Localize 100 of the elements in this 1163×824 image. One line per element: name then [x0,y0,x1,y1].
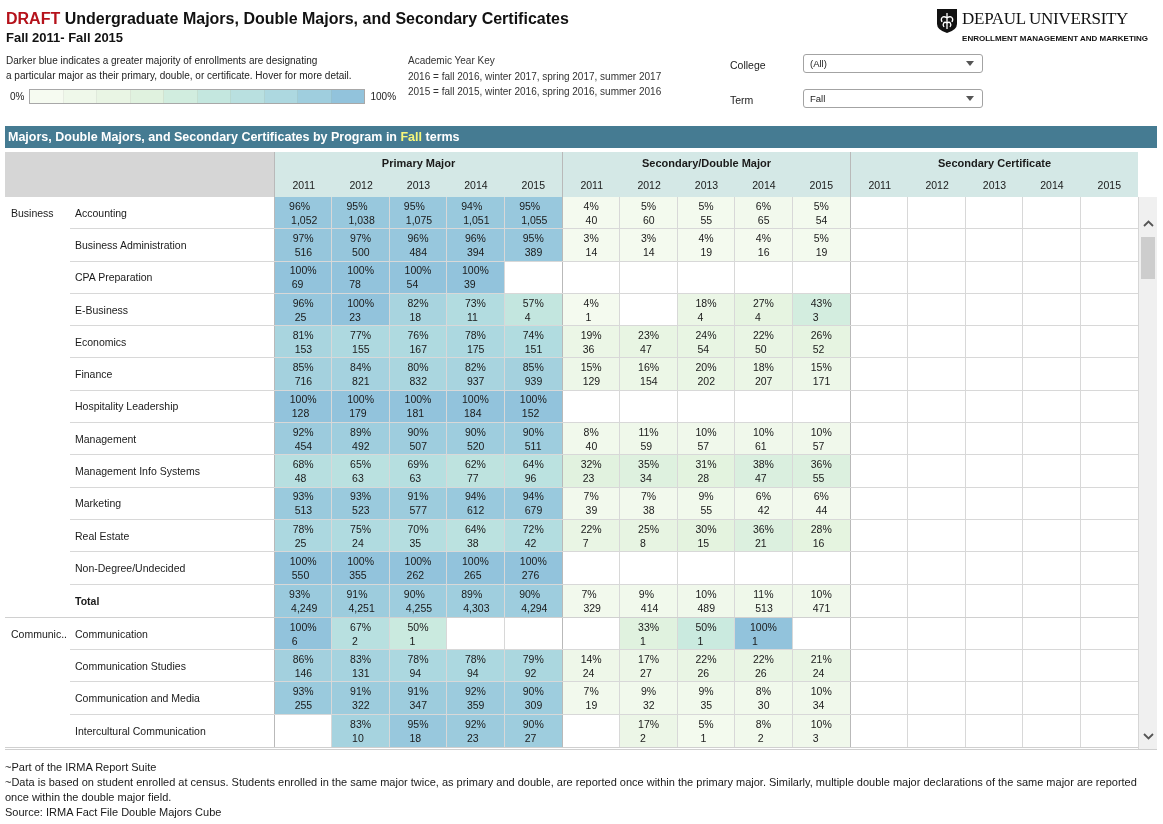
table-cell: 96% 1,052 [275,197,333,229]
filter-dropdown[interactable]: Fall [803,89,983,108]
table-cell: 78% 175 [447,326,505,358]
year-header: 2014 [1040,178,1064,193]
table-cell: 18% 207 [735,358,793,390]
table-cell: 94% 612 [447,487,505,519]
year-header: 2014 [464,178,488,193]
table-cell: 15% 171 [792,358,850,390]
year-header: 2011 [292,178,315,193]
table-cell: 20% 202 [677,358,736,390]
table-cell: 6% 65 [735,197,793,229]
table-cell: 19% 36 [563,326,621,358]
table-cell: 62% 77 [447,455,505,487]
table-cell: 26% 52 [792,326,850,358]
table-cell: 6% 44 [792,487,850,519]
table-cell: 100% 179 [332,390,390,423]
shield-icon [937,9,958,33]
table-cell: 93% 255 [275,682,333,714]
table-cell: 91% 347 [389,682,448,714]
table-cell: 100% 1 [735,617,793,650]
table-cell: 22% 26 [735,650,793,682]
table-cell: 83% 10 [332,714,390,748]
table-cell: 96% 484 [389,229,448,261]
table-cell: 95% 389 [504,229,562,261]
table-cell: 100% 265 [447,552,505,584]
scroll-up-icon[interactable] [1142,220,1154,227]
program-label: Management [75,432,137,445]
table-cell: 65% 63 [332,455,390,487]
program-label: Marketing [75,497,122,510]
table-cell: 14% 24 [563,650,621,682]
table-cell: 92% 454 [275,423,333,455]
year-key-line: 2015 = fall 2015, winter 2016, spring 2016, summer 2016 [408,85,662,99]
program-label: Hospitality Leadership [75,400,179,413]
table-cell: 33% 1 [620,617,678,650]
table-cell: 27% 4 [735,293,793,326]
table-cell: 95% 1,075 [389,197,448,229]
table-cell: 3% 14 [620,229,678,261]
table-cell: 85% 939 [504,358,562,390]
program-label: Finance [75,368,113,381]
year-header: 2011 [580,178,603,193]
table-cell: 4% 16 [735,229,793,261]
scrollbar-thumb[interactable] [1141,237,1155,279]
table-cell: 90% 507 [389,423,448,455]
table-cell: 92% 23 [447,714,505,748]
table-cell: 96% 25 [275,293,333,326]
table-cell: 5% 54 [792,197,850,229]
description-text: Darker blue indicates a greater majority of enrollments are designating a particular major as their primary, double, or certificate. Hover for more detail. [5,54,352,83]
table-cell: 100% 276 [504,552,562,584]
program-label: Communication and Media [75,692,200,705]
total-label: Total [75,594,100,607]
table-cell: 9% 55 [677,487,736,519]
table-cell: 22% 26 [677,650,736,682]
table-cell: 75% 24 [332,519,390,552]
year-header: 2012 [349,178,373,193]
table-cell: 68% 48 [275,455,333,487]
table-cell: 69% 63 [389,455,448,487]
table-cell: 28% 16 [792,519,850,552]
table-cell: 36% 55 [792,455,850,487]
table-cell: 10% 489 [677,584,736,617]
table-cell: 78% 94 [447,650,505,682]
scroll-down-icon[interactable] [1142,733,1154,740]
table-cell: 97% 500 [332,229,390,261]
table-cell: 100% 550 [275,552,333,584]
table-cell: 90% 27 [504,714,562,748]
table-cell: 90% 511 [504,423,562,455]
table-cell: 50% 1 [389,617,448,650]
table-cell: 78% 25 [275,519,333,552]
table-cell: 91% 577 [389,487,448,519]
filter-dropdown[interactable]: (All) [803,54,983,73]
program-label: Business Administration [75,238,187,251]
table-cell: 7% 329 [563,584,621,617]
logo-wordmark: DEPAUL UNIVERSITY [962,8,1129,30]
table-cell: 93% 4,249 [275,584,333,617]
report-title: DRAFT Undergraduate Majors, Double Majors, and Secondary Certificates [6,9,569,29]
table-cell: 82% 18 [389,293,448,326]
table-cell: 8% 2 [735,714,793,748]
table-cell: 10% 57 [792,423,850,455]
report-subtitle: Fall 2011- Fall 2015 [6,29,124,46]
table-cell: 36% 21 [735,519,793,552]
table-cell: 86% 146 [275,650,333,682]
table-cell: 9% 32 [620,682,678,714]
table-cell: 67% 2 [332,617,390,650]
table-cell: 4% 40 [563,197,621,229]
caret-icon [966,61,974,66]
scale-max-label: 100% [370,89,397,104]
table-cell: 17% 2 [620,714,678,748]
table-cell: 91% 4,251 [332,584,390,617]
table-cell: 50% 1 [677,617,736,650]
table-cell: 10% 34 [792,682,850,714]
table-cell: 74% 151 [504,326,562,358]
year-key-line: 2016 = fall 2016, winter 2017, spring 2017, summer 2017 [408,69,662,84]
table-cell: 8% 40 [563,423,621,455]
table-cell: 5% 19 [792,229,850,261]
table-cell: 11% 513 [735,584,793,617]
table-cell: 79% 92 [504,650,562,682]
program-label: Communication [75,627,148,640]
table-cell: 93% 513 [275,487,333,519]
table-cell: 92% 359 [447,682,505,714]
scrollbar[interactable] [1139,197,1157,749]
program-label: Accounting [75,206,127,219]
